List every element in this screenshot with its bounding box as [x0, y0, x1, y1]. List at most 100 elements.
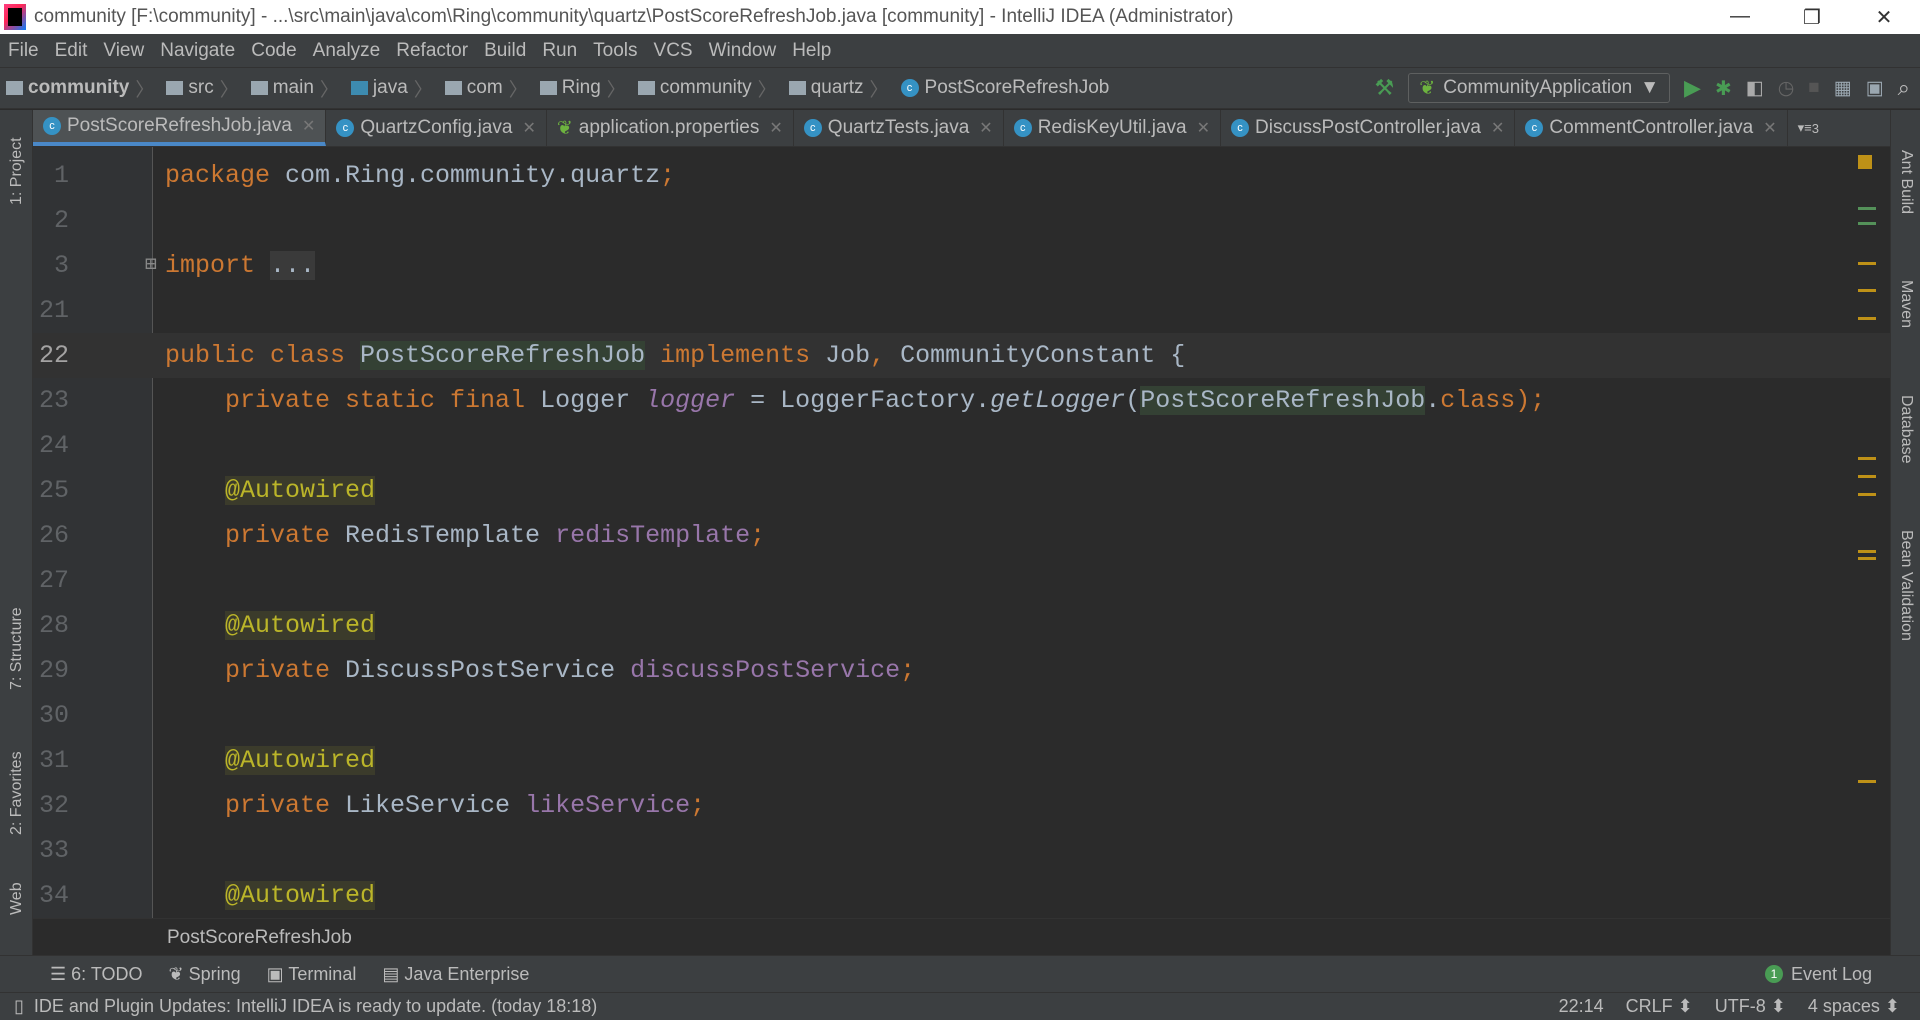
breadcrumb-item[interactable]: main 〉 [250, 75, 345, 102]
tool-java-enterprise[interactable]: ▤ Java Enterprise [382, 964, 529, 985]
tab-commentcontroller-java[interactable]: c CommentController.java ✕ [1515, 110, 1788, 146]
file-encoding[interactable]: UTF-8 ⬍ [1715, 996, 1786, 1017]
coverage-icon[interactable]: ◧ [1746, 77, 1764, 100]
right-tool-strip: Ant Build Maven Database Bean Validation [1890, 110, 1920, 955]
tool-database[interactable]: Database [1897, 395, 1915, 464]
line-separator[interactable]: CRLF ⬍ [1626, 996, 1693, 1017]
menu-edit[interactable]: Edit [47, 40, 96, 62]
code-token: ; [690, 791, 706, 820]
close-tab-icon[interactable]: ✕ [302, 116, 315, 136]
restore-button[interactable]: ❐ [1776, 5, 1848, 30]
menu-view[interactable]: View [95, 40, 152, 62]
code-text: @Autowired [165, 468, 376, 513]
line-number: 33 [38, 836, 69, 865]
run-icon[interactable]: ▶ [1684, 75, 1701, 101]
editor-breadcrumb[interactable]: PostScoreRefreshJob [33, 918, 1890, 955]
tool-ant-build[interactable]: Ant Build [1897, 150, 1915, 214]
tool-bean-validation[interactable]: Bean Validation [1897, 530, 1915, 641]
indent-setting[interactable]: 4 spaces ⬍ [1808, 996, 1900, 1017]
close-tab-icon[interactable]: ✕ [1763, 118, 1776, 138]
close-tab-icon[interactable]: ✕ [769, 118, 782, 138]
menu-tools[interactable]: Tools [585, 40, 645, 62]
chevron-right-icon: 〉 [606, 79, 626, 101]
caret-position[interactable]: 22:14 [1559, 996, 1604, 1017]
menu-help[interactable]: Help [784, 40, 839, 62]
close-tab-icon[interactable]: ✕ [1197, 118, 1210, 138]
menu-run[interactable]: Run [534, 40, 585, 62]
breadcrumb-item[interactable]: community 〉 [637, 75, 783, 102]
terminal-window-icon[interactable]: ▣ [1866, 77, 1884, 100]
menu-refactor[interactable]: Refactor [388, 40, 476, 62]
tab-label: QuartzConfig.java [360, 117, 513, 138]
tool-maven[interactable]: Maven [1897, 280, 1915, 328]
tab-application-properties[interactable]: ❦ application.properties ✕ [547, 110, 794, 146]
tool-todo[interactable]: ☰ 6: TODO [50, 964, 143, 985]
search-icon[interactable]: ⌕ [1898, 75, 1910, 101]
tab-discusspostcontroller-java[interactable]: c DiscussPostController.java ✕ [1221, 110, 1516, 146]
tool-spring[interactable]: ❦ Spring [169, 964, 241, 985]
close-button[interactable]: ✕ [1848, 5, 1920, 30]
code-line: 32 private LikeService likeService; [33, 783, 1890, 828]
code-text: public class PostScoreRefreshJob impleme… [165, 333, 1185, 378]
breadcrumb-item[interactable]: c PostScoreRefreshJob [900, 77, 1109, 99]
tabs-overflow-button[interactable]: ▾≡ 3 [1788, 110, 1829, 146]
fold-expand-icon[interactable]: ⊞ [145, 243, 157, 288]
project-structure-icon[interactable]: ▦ [1834, 77, 1852, 100]
stop-icon[interactable]: ■ [1808, 77, 1819, 99]
status-message[interactable]: IDE and Plugin Updates: IntelliJ IDEA is… [34, 996, 597, 1017]
toggle-tool-windows-icon[interactable]: ▯ [14, 996, 24, 1017]
breadcrumb-item[interactable]: community 〉 [6, 75, 160, 102]
code-line: 29 private DiscussPostService discussPos… [33, 648, 1890, 693]
build-hammer-icon[interactable]: ⚒ [1375, 75, 1395, 101]
tool-project[interactable]: 1: Project [8, 137, 26, 205]
tab-quartztests-java[interactable]: c QuartzTests.java ✕ [794, 110, 1004, 146]
tool-terminal[interactable]: ▣ Terminal [267, 964, 357, 985]
line-number: 3 [53, 251, 69, 280]
profile-icon[interactable]: ◷ [1778, 77, 1795, 100]
breadcrumb-item[interactable]: quartz 〉 [788, 75, 895, 102]
breadcrumb-label: main [272, 77, 314, 98]
breadcrumb-label: quartz [810, 77, 864, 98]
minimize-button[interactable]: — [1704, 5, 1776, 30]
tab-label: PostScoreRefreshJob.java [67, 115, 292, 136]
error-stripe[interactable] [1858, 147, 1876, 918]
code-token: com.Ring.community.quartz [285, 161, 661, 190]
code-editor[interactable]: 1 package com.Ring.community.quartz; 2 3 ⊞ im… [33, 147, 1890, 918]
tool-favorites[interactable]: 2: Favorites [8, 751, 26, 835]
debug-icon[interactable]: ✱ [1715, 76, 1732, 101]
tab-postscorerefreshjob-java[interactable]: c PostScoreRefreshJob.java ✕ [33, 110, 327, 146]
menu-window[interactable]: Window [701, 40, 785, 62]
code-token: logger [645, 386, 736, 415]
run-config-label: CommunityApplication [1443, 77, 1633, 98]
chevron-right-icon: 〉 [219, 79, 239, 101]
navigation-bar: community 〉 src 〉 main 〉 java 〉 com 〉 Ring 〉 communi… [0, 67, 1920, 109]
code-text: @Autowired [165, 603, 376, 648]
breadcrumb-item[interactable]: Ring 〉 [539, 75, 632, 102]
menu-analyze[interactable]: Analyze [305, 40, 389, 62]
menu-build[interactable]: Build [476, 40, 534, 62]
editor-breadcrumb-label[interactable]: PostScoreRefreshJob [167, 927, 352, 948]
tab-rediskeyutil-java[interactable]: c RedisKeyUtil.java ✕ [1004, 110, 1222, 146]
breadcrumb-item[interactable]: src 〉 [166, 75, 244, 102]
tool-web[interactable]: Web [8, 882, 26, 915]
close-tab-icon[interactable]: ✕ [979, 118, 992, 138]
folder-icon [788, 81, 806, 95]
inspection-status-icon[interactable] [1858, 155, 1872, 169]
menu-code[interactable]: Code [243, 40, 304, 62]
breadcrumb-item[interactable]: java 〉 [350, 75, 439, 102]
run-configuration-dropdown[interactable]: ❦ CommunityApplication ▼ [1408, 73, 1671, 103]
code-token: @Autowired [225, 476, 376, 505]
breadcrumb-item[interactable]: com 〉 [444, 75, 534, 102]
chevron-right-icon: 〉 [135, 79, 155, 101]
menu-file[interactable]: File [0, 40, 47, 62]
tab-quartzconfig-java[interactable]: c QuartzConfig.java ✕ [326, 110, 547, 146]
menu-navigate[interactable]: Navigate [152, 40, 243, 62]
tool-structure[interactable]: 7: Structure [8, 607, 26, 690]
folder-icon [637, 81, 655, 95]
class-icon: c [1525, 119, 1544, 137]
menu-vcs[interactable]: VCS [646, 40, 701, 62]
event-log-button[interactable]: 1 Event Log [1764, 964, 1872, 985]
close-tab-icon[interactable]: ✕ [1491, 118, 1504, 138]
close-tab-icon[interactable]: ✕ [522, 118, 535, 138]
